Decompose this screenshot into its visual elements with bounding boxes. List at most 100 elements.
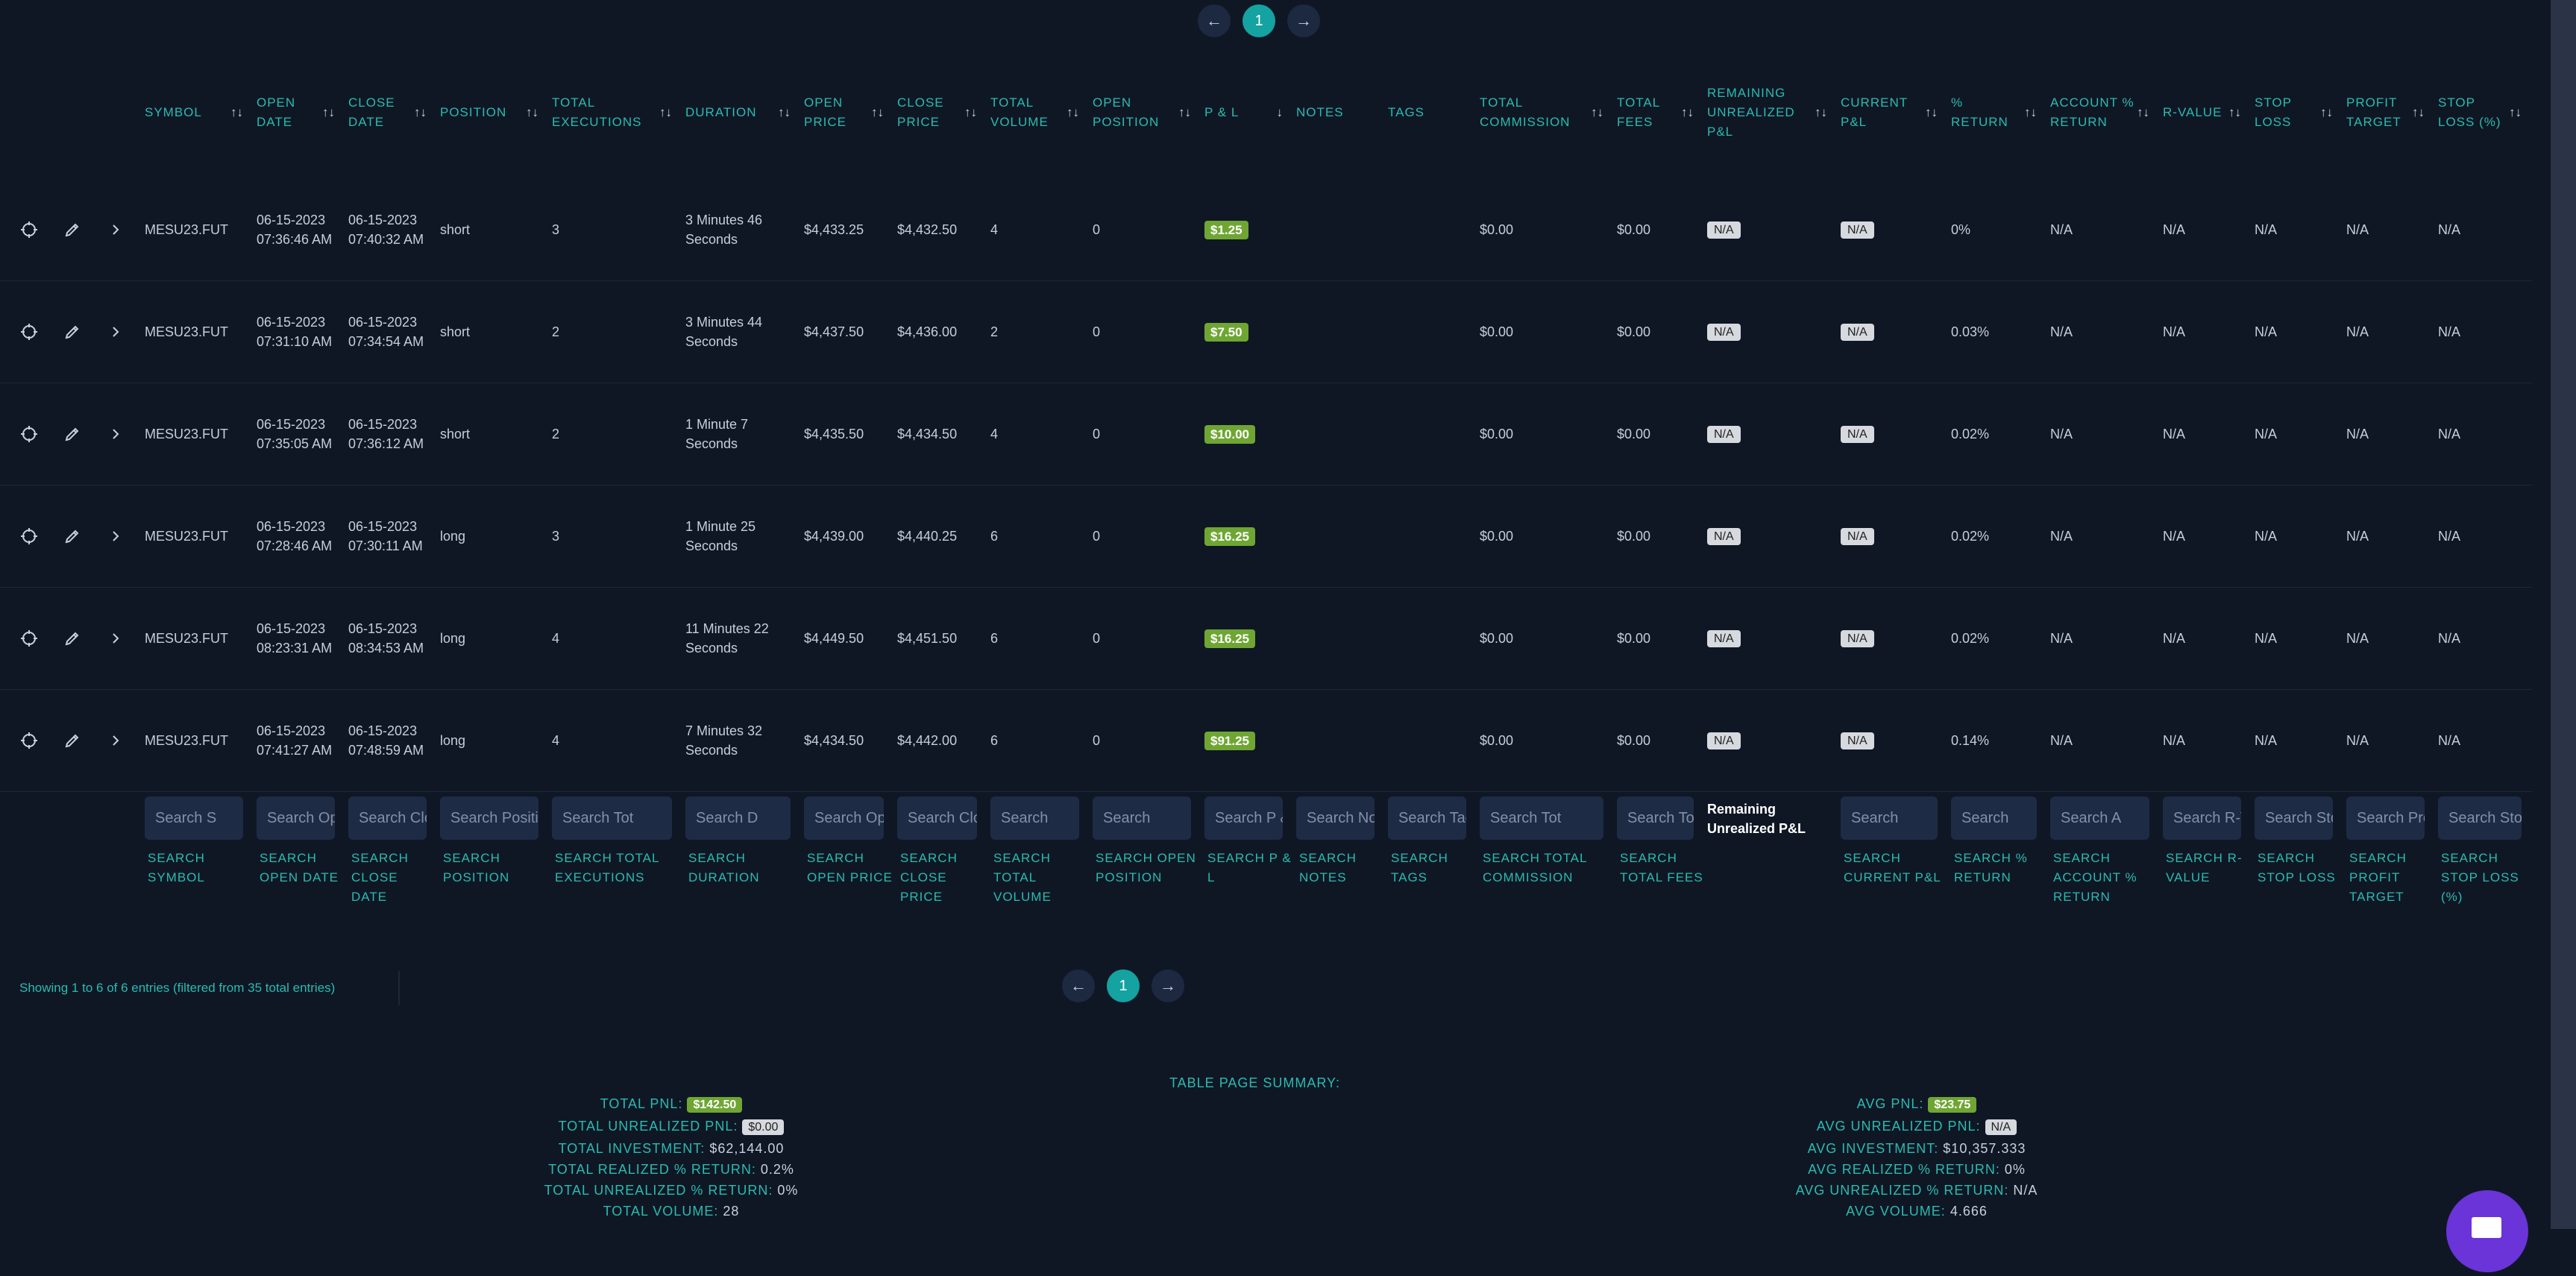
sort-icon[interactable]: ↑↓ [1815,103,1827,122]
chevron-right-icon[interactable] [104,423,127,445]
sort-icon[interactable]: ↑↓ [1066,103,1079,122]
sort-icon[interactable]: ↑↓ [659,103,672,122]
search-input[interactable]: Search D [685,796,791,840]
sort-icon[interactable]: ↓ [1277,103,1284,122]
column-header-symbol[interactable]: SYMBOL ↑↓ [142,46,254,179]
search-input[interactable]: Search Tot [552,796,672,840]
chevron-right-icon[interactable] [104,321,127,343]
edit-icon[interactable] [61,219,84,241]
sort-icon[interactable]: ↑↓ [2024,103,2037,122]
search-input[interactable]: Search [1841,796,1938,840]
search-input[interactable]: Search Open Price [804,796,884,840]
column-header-notes[interactable]: NOTES [1293,46,1385,179]
column-header-position[interactable]: POSITION ↑↓ [437,46,549,179]
search-input[interactable]: Search Tot [1480,796,1603,840]
search-input[interactable]: Search R-Value [2163,796,2241,840]
cell-value: N/A [2050,529,2073,544]
column-header-open-date[interactable]: OPEN DATE ↑↓ [254,46,345,179]
sort-icon[interactable]: ↑↓ [1925,103,1938,122]
cell-value: 06-15-2023 07:28:46 AM [257,519,333,553]
column-header-r-value[interactable]: R-VALUE ↑↓ [2160,46,2252,179]
sort-icon[interactable]: ↑↓ [2137,103,2149,122]
sort-icon[interactable]: ↑↓ [2320,103,2333,122]
column-header-total-volume[interactable]: TOTAL VOLUME ↑↓ [987,46,1090,179]
search-input[interactable]: Search Close Date [348,796,427,840]
search-input[interactable]: Search Stop Loss [2438,796,2522,840]
search-input[interactable]: Search Notes [1296,796,1375,840]
sort-icon[interactable]: ↑↓ [871,103,884,122]
search-cell: Search R-Value SEARCH R-VALUE [2160,792,2252,908]
search-input[interactable]: Search Position [440,796,538,840]
edit-icon[interactable] [61,729,84,752]
sort-icon[interactable]: ↑↓ [1178,103,1191,122]
column-header-open-price[interactable]: OPEN PRICE ↑↓ [801,46,894,179]
column-header-stop-loss[interactable]: STOP LOSS (%) ↑↓ [2435,46,2532,179]
sort-icon[interactable]: ↑↓ [322,103,335,122]
next-page-button-bottom[interactable]: → [1152,969,1184,1002]
search-input[interactable]: Search Profit Target [2346,796,2425,840]
chevron-right-icon[interactable] [104,219,127,241]
column-header-profit-target[interactable]: PROFIT TARGET ↑↓ [2343,46,2435,179]
prev-page-button[interactable]: ← [1198,4,1231,37]
edit-icon[interactable] [61,627,84,650]
sort-icon[interactable]: ↑↓ [1591,103,1603,122]
sort-icon[interactable]: ↑↓ [526,103,538,122]
search-input[interactable]: Search P & L [1204,796,1283,840]
column-header-close-date[interactable]: CLOSE DATE ↑↓ [345,46,437,179]
sort-icon[interactable]: ↑↓ [2412,103,2425,122]
sort-icon[interactable]: ↑↓ [1681,103,1694,122]
column-header-duration[interactable]: DURATION ↑↓ [682,46,801,179]
search-input[interactable]: Search Stop Loss [2255,796,2333,840]
search-input[interactable]: Search Close Price [897,796,977,840]
target-icon[interactable] [18,525,40,547]
scrollbar[interactable] [2551,0,2576,1229]
search-input[interactable]: Search Open Date [257,796,335,840]
cell-notes [1293,689,1385,792]
edit-icon[interactable] [61,321,84,343]
cell-close-date: 06-15-2023 07:40:32 AM [345,179,437,281]
next-page-button[interactable]: → [1287,4,1320,37]
column-header-current-p-l[interactable]: CURRENT P&L ↑↓ [1838,46,1948,179]
search-input[interactable]: Search [990,796,1079,840]
search-input[interactable]: Search Tags [1388,796,1466,840]
current-page-button-bottom[interactable]: 1 [1107,969,1140,1002]
sort-icon[interactable]: ↑↓ [964,103,977,122]
target-icon[interactable] [18,219,40,241]
column-header-close-price[interactable]: CLOSE PRICE ↑↓ [894,46,987,179]
search-input[interactable]: Search A [2050,796,2149,840]
chevron-right-icon[interactable] [104,627,127,650]
column-header-account-return[interactable]: ACCOUNT % RETURN ↑↓ [2047,46,2160,179]
prev-page-button-bottom[interactable]: ← [1062,969,1095,1002]
search-input[interactable]: Search [1093,796,1191,840]
chevron-right-icon[interactable] [104,525,127,547]
sort-icon[interactable]: ↑↓ [778,103,791,122]
pnl-badge: $1.25 [1204,220,1248,239]
column-header-total-fees[interactable]: TOTAL FEES ↑↓ [1614,46,1704,179]
column-header-open-position[interactable]: OPEN POSITION ↑↓ [1090,46,1201,179]
search-input[interactable]: Search S [145,796,243,840]
sort-icon[interactable]: ↑↓ [230,103,243,122]
search-input[interactable]: Search [1951,796,2037,840]
target-icon[interactable] [18,321,40,343]
column-header-total-executions[interactable]: TOTAL EXECUTIONS ↑↓ [549,46,682,179]
column-header-return[interactable]: % RETURN ↑↓ [1948,46,2047,179]
column-header-label: POSITION [440,105,507,119]
edit-icon[interactable] [61,525,84,547]
chevron-right-icon[interactable] [104,729,127,752]
sort-icon[interactable]: ↑↓ [2509,103,2522,122]
column-header-total-commission[interactable]: TOTAL COMMISSION ↑↓ [1477,46,1614,179]
column-header-tags[interactable]: TAGS [1385,46,1477,179]
search-input[interactable]: Search Total Fees [1617,796,1694,840]
current-page-button[interactable]: 1 [1243,4,1275,37]
search-label: SEARCH CURRENT P&L [1844,851,1941,884]
chat-icon[interactable] [2446,1190,2528,1272]
column-header-stop-loss[interactable]: STOP LOSS ↑↓ [2252,46,2343,179]
target-icon[interactable] [18,729,40,752]
sort-icon[interactable]: ↑↓ [2228,103,2241,122]
target-icon[interactable] [18,627,40,650]
column-header-remaining-unrealized-p-l[interactable]: REMAINING UNREALIZED P&L ↑↓ [1704,46,1838,179]
sort-icon[interactable]: ↑↓ [414,103,427,122]
column-header-p-l[interactable]: P & L ↓ [1201,46,1293,179]
edit-icon[interactable] [61,423,84,445]
target-icon[interactable] [18,423,40,445]
